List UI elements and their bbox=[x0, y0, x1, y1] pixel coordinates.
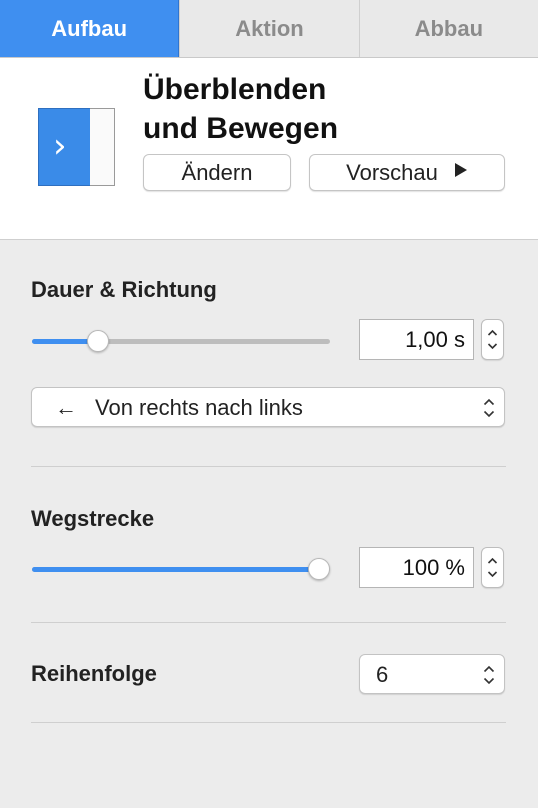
duration-stepper[interactable] bbox=[481, 319, 504, 360]
section-divider bbox=[31, 466, 506, 467]
distance-value: 100 % bbox=[402, 554, 465, 580]
duration-slider[interactable] bbox=[32, 330, 330, 352]
distance-slider-knob[interactable] bbox=[308, 558, 330, 580]
order-value: 6 bbox=[376, 662, 389, 687]
tab-action[interactable]: Aktion bbox=[179, 0, 358, 57]
preview-button[interactable]: Vorschau bbox=[309, 154, 505, 191]
stepper-arrows-icon bbox=[487, 557, 498, 578]
section-divider bbox=[31, 722, 506, 723]
duration-slider-knob[interactable] bbox=[87, 330, 110, 352]
stepper-arrows-icon bbox=[487, 329, 498, 350]
duration-value: 1,00 s bbox=[405, 326, 465, 352]
preview-label: Vorschau bbox=[346, 159, 438, 185]
distance-field[interactable]: 100 % bbox=[359, 547, 474, 588]
effect-title: Überblenden und Bewegen bbox=[143, 70, 338, 148]
direction-select[interactable]: ← Von rechts nach links bbox=[31, 387, 505, 427]
distance-label: Wegstrecke bbox=[31, 506, 155, 531]
effect-header: › Überblenden und Bewegen Ändern Vorscha… bbox=[0, 58, 538, 240]
change-effect-label: Ändern bbox=[181, 159, 253, 185]
effect-thumbnail: › bbox=[38, 108, 116, 186]
change-effect-button[interactable]: Ändern bbox=[143, 154, 291, 191]
section-divider bbox=[31, 622, 506, 623]
distance-slider-fill bbox=[32, 567, 319, 572]
duration-direction-label: Dauer & Richtung bbox=[31, 277, 217, 302]
thumbnail-white-panel bbox=[90, 108, 115, 186]
effect-title-line1: Überblenden bbox=[143, 73, 327, 106]
tab-build-in[interactable]: Aufbau bbox=[0, 0, 180, 57]
chevron-right-icon: › bbox=[53, 126, 67, 166]
select-arrows-icon bbox=[483, 398, 495, 418]
duration-field[interactable]: 1,00 s bbox=[359, 319, 474, 360]
order-select[interactable]: 6 bbox=[359, 654, 505, 694]
tab-build-out[interactable]: Abbau bbox=[358, 0, 538, 57]
distance-stepper[interactable] bbox=[481, 547, 504, 588]
arrow-left-icon: ← bbox=[55, 395, 77, 420]
play-icon bbox=[454, 162, 468, 183]
effect-title-line2: und Bewegen bbox=[143, 112, 339, 145]
select-arrows-icon bbox=[483, 665, 495, 685]
build-tabs: Aufbau Aktion Abbau bbox=[0, 0, 538, 58]
direction-value: Von rechts nach links bbox=[95, 395, 303, 420]
order-label: Reihenfolge bbox=[31, 661, 157, 686]
distance-slider[interactable] bbox=[32, 558, 330, 580]
